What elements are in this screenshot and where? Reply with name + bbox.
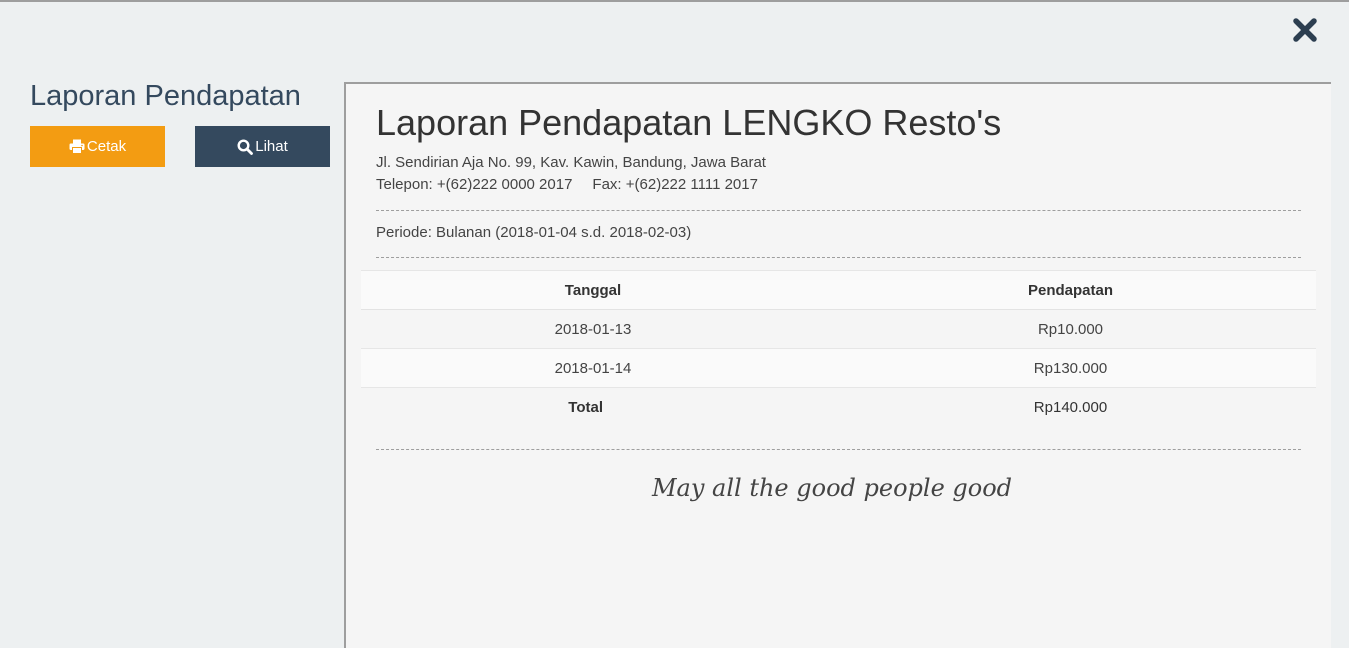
table-header-row: Tanggal Pendapatan — [361, 270, 1316, 310]
top-border — [0, 0, 1349, 2]
search-icon — [237, 138, 254, 155]
row-income: Rp130.000 — [1033, 359, 1108, 377]
view-button-label: Lihat — [255, 138, 288, 155]
close-icon — [1293, 18, 1317, 42]
row-income: Rp10.000 — [1037, 320, 1104, 338]
column-header-income: Pendapatan — [1027, 281, 1114, 299]
divider — [376, 449, 1301, 450]
total-value: Rp140.000 — [1033, 398, 1108, 416]
page-title: Laporan Pendapatan — [30, 80, 301, 112]
report-address: Jl. Sendirian Aja No. 99, Kav. Kawin, Ba… — [376, 154, 766, 171]
print-button[interactable]: Cetak — [30, 126, 165, 167]
print-icon — [69, 139, 85, 154]
report-period: Periode: Bulanan (2018-01-04 s.d. 2018-0… — [376, 224, 692, 241]
income-table: Tanggal Pendapatan 2018-01-13 Rp10.000 2… — [361, 270, 1316, 426]
row-date: 2018-01-14 — [554, 359, 632, 377]
report-title: Laporan Pendapatan LENGKO Resto's — [376, 102, 1002, 143]
print-button-label: Cetak — [86, 138, 127, 155]
total-label: Total — [568, 398, 603, 416]
report-preview: Laporan Pendapatan LENGKO Resto's Jl. Se… — [344, 82, 1331, 648]
report-fax: Fax: +(62)222 1111 2017 — [592, 176, 758, 193]
divider — [376, 257, 1301, 258]
report-contact: Telepon: +(62)222 0000 2017 Fax: +(62)222… — [376, 176, 758, 193]
table-total-row: Total Rp140.000 — [361, 388, 1316, 427]
table-row: 2018-01-13 Rp10.000 — [361, 309, 1316, 349]
column-header-date: Tanggal — [564, 281, 622, 299]
footer-note: May all the good people good — [346, 474, 1333, 502]
close-button[interactable] — [1288, 14, 1322, 48]
footer-note-text: May all the good people good — [651, 474, 1013, 502]
report-phone: Telepon: +(62)222 0000 2017 — [376, 176, 573, 193]
table-row: 2018-01-14 Rp130.000 — [361, 348, 1316, 388]
divider — [376, 210, 1301, 211]
view-button[interactable]: Lihat — [195, 126, 330, 167]
row-date: 2018-01-13 — [554, 320, 632, 338]
